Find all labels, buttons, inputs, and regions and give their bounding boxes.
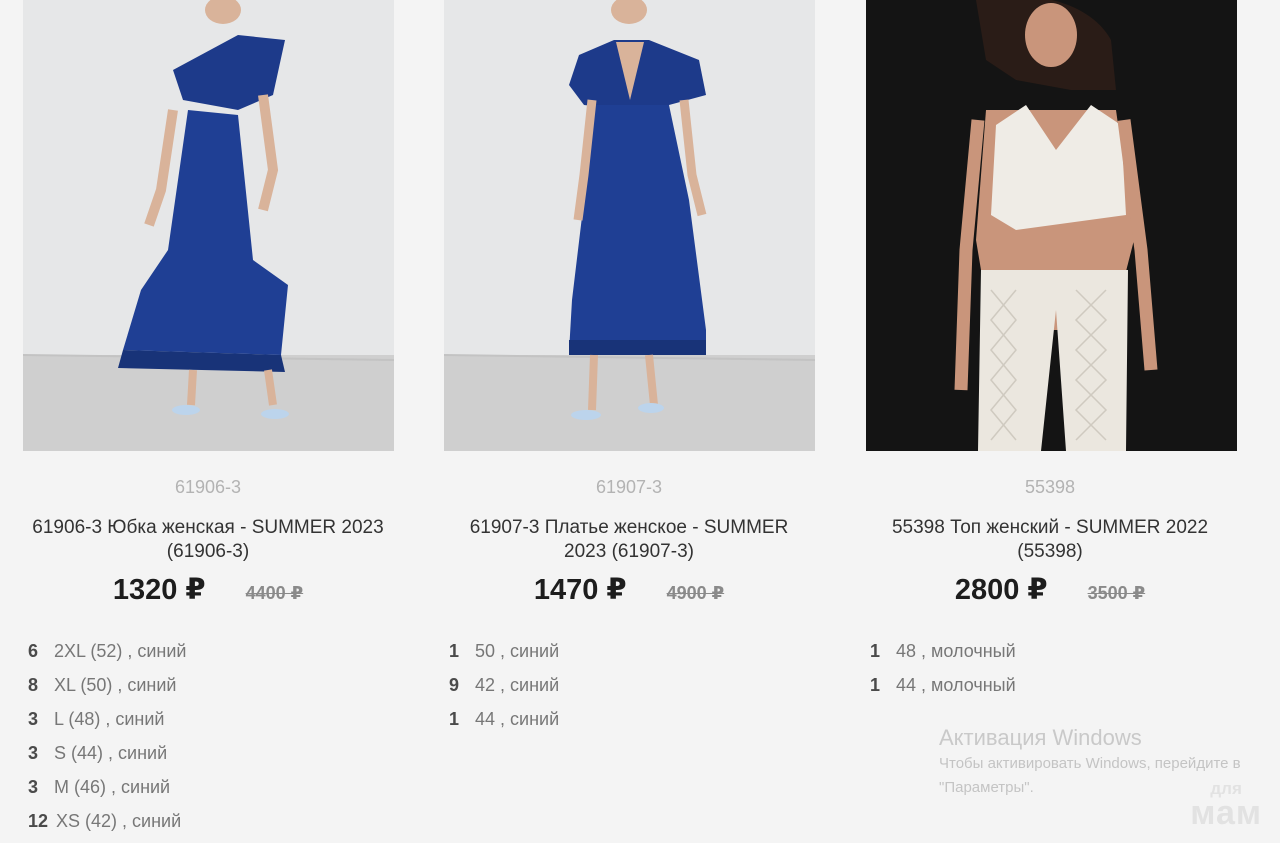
product-prices: 2800 ₽ 3500 ₽ [852,572,1248,607]
size-label: 44 , молочный [896,675,1016,695]
white-lace-top-and-pants-photo [866,0,1237,451]
size-stock-item: 1 44 , молочный [870,671,1240,705]
product-photo[interactable] [23,0,394,451]
size-quantity: 9 [449,675,460,695]
size-label: 42 , синий [475,675,560,695]
blue-one-shoulder-ruffle-dress-photo [23,0,394,451]
product-prices: 1470 ₽ 4900 ₽ [431,572,827,607]
size-stock-item: 1 50 , синий [449,637,819,671]
blue-v-neck-dress-photo [444,0,815,451]
size-label: 48 , молочный [896,641,1016,661]
size-stock-list: 1 48 , молочный 1 44 , молочный [870,637,1240,705]
size-label: S (44) , синий [54,743,168,763]
size-quantity: 3 [28,709,39,729]
size-label: 2XL (52) , синий [54,641,187,661]
catalog-page: 61906-3 61906-3 Юбка женская - SUMMER 20… [0,0,1280,843]
size-quantity: 8 [28,675,39,695]
product-title[interactable]: 55398 Топ женский - SUMMER 2022 (55398) [872,516,1228,564]
product-price: 1470 ₽ [533,574,627,606]
product-grid: 61906-3 61906-3 Юбка женская - SUMMER 20… [0,0,1280,843]
product-sku: 55398 [1024,477,1076,497]
product-old-price: 3500 ₽ [1087,583,1146,603]
size-label: 44 , синий [475,709,560,729]
product-photo[interactable] [444,0,815,451]
size-stock-item: 3 S (44) , синий [28,739,398,773]
product-sku: 61907-3 [595,477,663,497]
size-label: XL (50) , синий [54,675,177,695]
size-stock-item: 1 44 , синий [449,705,819,739]
product-old-price: 4400 ₽ [245,583,304,603]
size-label: 50 , синий [475,641,560,661]
size-quantity: 1 [449,709,460,729]
size-quantity: 3 [28,743,39,763]
size-stock-item: 8 XL (50) , синий [28,671,398,705]
product-prices: 1320 ₽ 4400 ₽ [10,572,406,607]
size-quantity: 1 [870,675,881,695]
size-label: M (46) , синий [54,777,171,797]
size-stock-item: 6 2XL (52) , синий [28,637,398,671]
product-title[interactable]: 61907-3 Платье женское - SUMMER 2023 (61… [451,516,807,564]
product-title[interactable]: 61906-3 Юбка женская - SUMMER 2023 (6190… [30,516,386,564]
size-stock-item: 3 L (48) , синий [28,705,398,739]
product-old-price: 4900 ₽ [666,583,725,603]
size-quantity: 1 [870,641,881,661]
size-quantity: 12 [28,811,49,831]
size-stock-item: 1 48 , молочный [870,637,1240,671]
size-quantity: 6 [28,641,39,661]
product-price: 1320 ₽ [112,574,206,606]
size-stock-item: 3 M (46) , синий [28,773,398,807]
size-label: XS (42) , синий [56,811,182,831]
product-sku: 61906-3 [174,477,242,497]
product-price: 2800 ₽ [954,574,1048,606]
product-photo[interactable] [866,0,1237,451]
size-label: L (48) , синий [54,709,165,729]
size-quantity: 3 [28,777,39,797]
size-stock-item: 12 XS (42) , синий [28,807,398,841]
product-card[interactable]: 61906-3 61906-3 Юбка женская - SUMMER 20… [10,0,410,843]
product-card[interactable]: 55398 55398 Топ женский - SUMMER 2022 (5… [852,0,1252,843]
product-card[interactable]: 61907-3 61907-3 Платье женское - SUMMER … [431,0,831,843]
size-stock-list: 6 2XL (52) , синий 8 XL (50) , синий 3 L (4… [28,637,398,841]
size-quantity: 1 [449,641,460,661]
size-stock-item: 9 42 , синий [449,671,819,705]
size-stock-list: 1 50 , синий 9 42 , синий 1 44 , синий [449,637,819,739]
